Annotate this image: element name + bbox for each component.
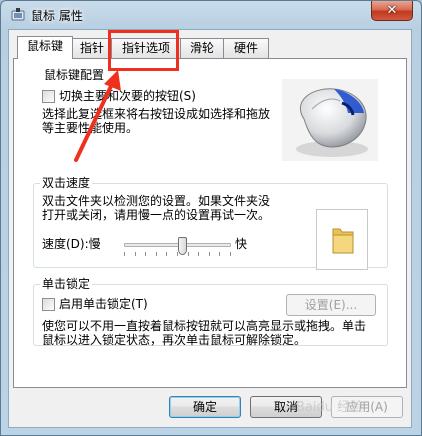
close-icon: ✕ bbox=[386, 3, 398, 18]
slider-tick bbox=[209, 252, 210, 256]
button-label: 取消 bbox=[273, 400, 298, 414]
tab-label: 鼠标键 bbox=[26, 39, 63, 53]
description-text: 双击文件夹以检测您的设置。如果文件夹没 bbox=[42, 194, 271, 208]
title-bar[interactable]: 鼠标 属性 ✕ bbox=[1, 1, 421, 29]
description-text: 鼠标以进入锁定状态，再次单击鼠标可解除锁定。 bbox=[42, 333, 307, 347]
slider-tick bbox=[188, 252, 189, 256]
tab-pointers[interactable]: 指针 bbox=[72, 38, 112, 58]
double-click-speed-slider-thumb[interactable] bbox=[178, 237, 187, 255]
slider-tick bbox=[124, 252, 125, 256]
test-folder-area[interactable] bbox=[316, 209, 368, 270]
fast-label: 快 bbox=[235, 237, 248, 251]
watermark: Baidu 经验 bbox=[296, 400, 364, 415]
button-label: 设置(E)... bbox=[304, 298, 358, 312]
slider-tick bbox=[135, 252, 136, 256]
mouse-illustration-image bbox=[282, 79, 378, 161]
description-text: 选择此复选框来将右按钮设成如选择和拖放 bbox=[42, 107, 271, 121]
annotation-highlight-box bbox=[108, 30, 179, 71]
tab-mouse-buttons[interactable]: 鼠标键 bbox=[17, 36, 73, 59]
window-title: 鼠标 属性 bbox=[31, 9, 83, 23]
switch-buttons-checkbox[interactable] bbox=[42, 90, 55, 103]
tab-label: 指针 bbox=[79, 41, 104, 55]
tab-wheel[interactable]: 滑轮 bbox=[180, 38, 224, 58]
slider-tick bbox=[198, 252, 199, 256]
button-label: 确定 bbox=[192, 400, 217, 414]
click-lock-settings-button[interactable]: 设置(E)... bbox=[286, 294, 376, 316]
slider-tick bbox=[166, 252, 167, 256]
mouse-app-icon bbox=[11, 8, 25, 21]
close-button[interactable]: ✕ bbox=[371, 1, 413, 21]
slider-ticks bbox=[124, 252, 231, 256]
description-text: 打开或关闭，请用慢一点的设置再试一次。 bbox=[42, 208, 271, 222]
group-title: 双击速度 bbox=[40, 176, 93, 190]
description-text: 等主要性能使用。 bbox=[42, 121, 139, 135]
tab-hardware[interactable]: 硬件 bbox=[223, 38, 269, 58]
description-text: 使您可以不用一直按着鼠标按钮就可以高亮显示或拖拽。单击 bbox=[42, 319, 367, 333]
checkbox-label: 启用单击锁定(T) bbox=[59, 297, 148, 311]
checkbox-label: 切换主要和次要的按钮(S) bbox=[59, 89, 196, 103]
folder-icon bbox=[332, 228, 354, 254]
slider-tick bbox=[156, 252, 157, 256]
click-lock-checkbox[interactable] bbox=[42, 298, 55, 311]
tab-label: 硬件 bbox=[233, 41, 258, 55]
tab-label: 滑轮 bbox=[189, 41, 214, 55]
slider-tick bbox=[145, 252, 146, 256]
slider-tick bbox=[230, 252, 231, 256]
group-title: 鼠标键配置 bbox=[42, 68, 107, 82]
ok-button[interactable]: 确定 bbox=[169, 396, 241, 418]
speed-label: 速度(D):慢 bbox=[42, 237, 101, 251]
slider-tick bbox=[219, 252, 220, 256]
group-title: 单击锁定 bbox=[40, 277, 93, 291]
